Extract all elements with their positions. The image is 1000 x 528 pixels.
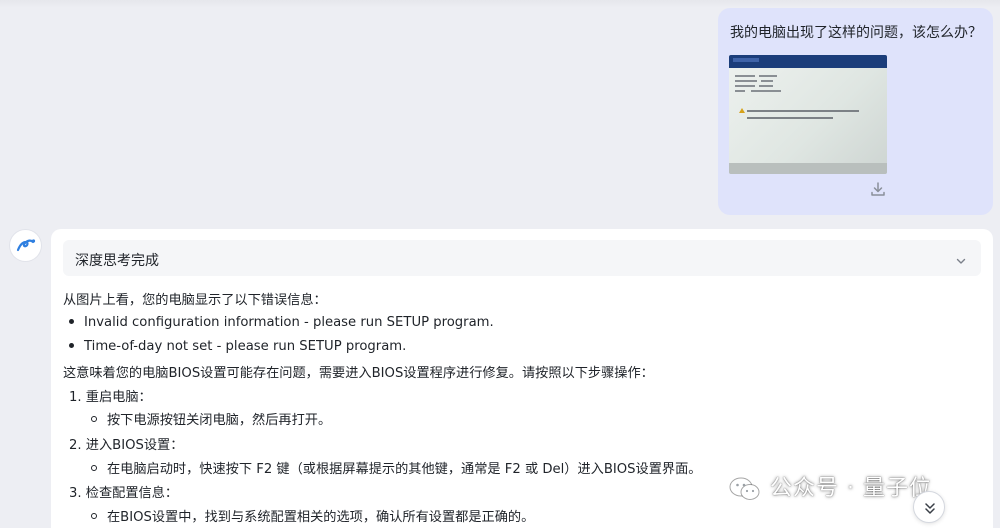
deep-thinking-toggle[interactable]: 深度思考完成 — [63, 240, 981, 276]
photo-bios-header — [729, 55, 887, 68]
deep-thinking-label: 深度思考完成 — [75, 253, 159, 269]
top-bar — [0, 0, 1000, 8]
photo-text-line — [735, 75, 755, 77]
step-detail-text: 在BIOS设置中，找到与系统配置相关的选项，确认所有设置都是正确的。 — [107, 510, 535, 525]
photo-text-line — [761, 80, 773, 82]
sub-bullet-icon — [91, 465, 97, 471]
error-text: Time-of-day not set - please run SETUP p… — [84, 339, 407, 354]
step-title: 2. 进入BIOS设置： — [69, 438, 184, 453]
photo-text-line — [759, 85, 773, 87]
error-text: Invalid configuration information - plea… — [84, 315, 494, 330]
step-title: 3. 检查配置信息： — [69, 486, 179, 501]
photo-screen — [729, 55, 887, 163]
step-title: 1. 重启电脑： — [69, 390, 152, 405]
bullet-icon — [69, 318, 74, 324]
step-detail-text: 在电脑启动时，快速按下 F2 键（或根据屏幕提示的其他键，通常是 F2 或 De… — [107, 462, 702, 477]
wechat-icon — [728, 475, 762, 503]
error-item: Invalid configuration information - plea… — [69, 315, 494, 330]
user-message-text: 我的电脑出现了这样的问题，该怎么办？ — [730, 25, 982, 41]
step-detail: 在BIOS设置中，找到与系统配置相关的选项，确认所有设置都是正确的。 — [91, 506, 534, 525]
photo-bezel — [729, 163, 887, 174]
assistant-logo-icon — [10, 230, 41, 261]
answer-summary: 这意味着您的电脑BIOS设置可能存在问题，需要进入BIOS设置程序进行修复。请按… — [63, 366, 654, 381]
photo-text-line — [735, 80, 757, 82]
double-chevron-down-icon — [925, 503, 935, 514]
sub-bullet-icon — [91, 513, 97, 519]
photo-text-line — [735, 90, 745, 92]
answer-intro: 从图片上看，您的电脑显示了以下错误信息： — [63, 293, 327, 308]
photo-text-line — [751, 90, 781, 92]
photo-text-line — [747, 117, 833, 119]
photo-text-line — [735, 85, 755, 87]
photo-text-line — [759, 75, 777, 77]
watermark-text: 公众号 · 量子位 — [770, 476, 932, 501]
step-detail: 在电脑启动时，快速按下 F2 键（或根据屏幕提示的其他键，通常是 F2 或 De… — [91, 458, 701, 477]
scroll-to-bottom-button[interactable] — [913, 491, 945, 523]
user-message-bubble: 我的电脑出现了这样的问题，该怎么办？ — [718, 8, 993, 215]
step-detail-text: 按下电源按钮关闭电脑，然后再打开。 — [107, 413, 332, 428]
bullet-icon — [69, 342, 74, 348]
attached-photo[interactable] — [729, 55, 887, 174]
photo-text-line — [747, 110, 859, 112]
download-icon[interactable] — [869, 180, 887, 198]
warning-icon — [739, 108, 745, 113]
sub-bullet-icon — [91, 416, 97, 422]
watermark: 公众号 · 量子位 — [728, 470, 932, 502]
error-item: Time-of-day not set - please run SETUP p… — [69, 339, 406, 354]
chevron-down-icon[interactable] — [955, 252, 967, 264]
step-detail: 按下电源按钮关闭电脑，然后再打开。 — [91, 409, 331, 428]
